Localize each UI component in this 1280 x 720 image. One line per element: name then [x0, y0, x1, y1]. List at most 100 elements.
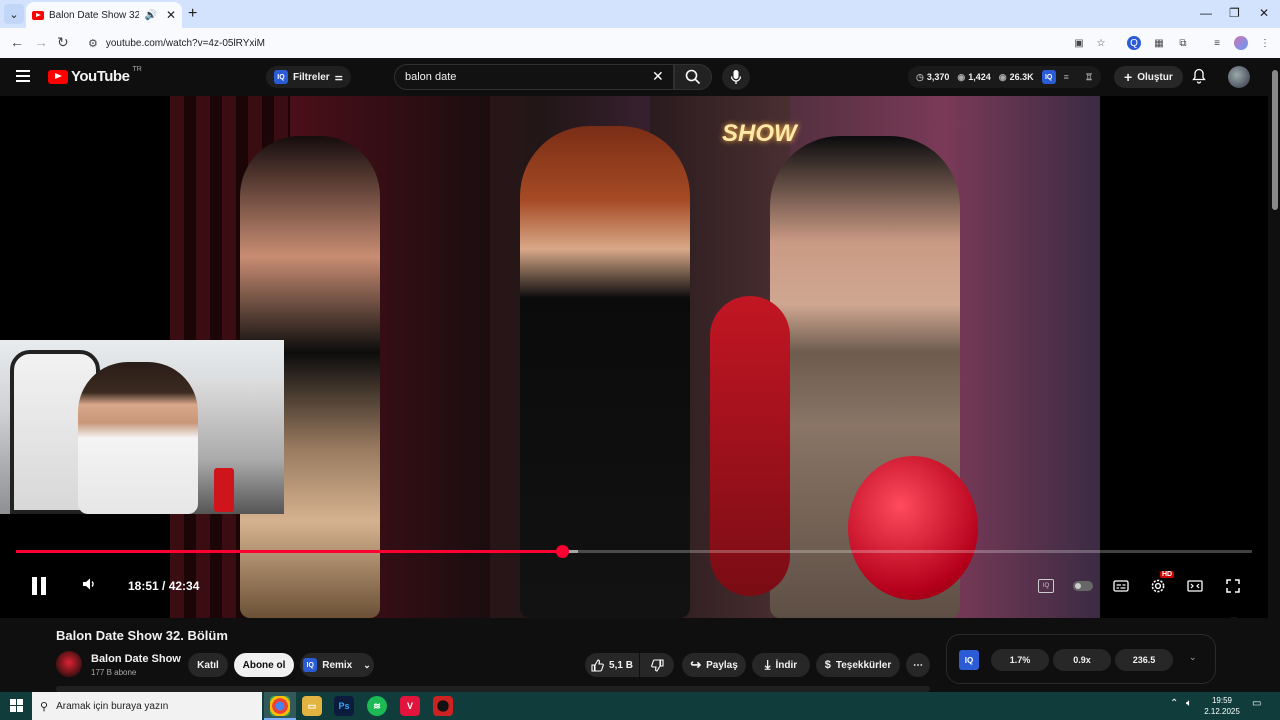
theater-mode-button[interactable] [1184, 575, 1206, 597]
like-count: 5,1 B [609, 659, 633, 671]
filters-button[interactable]: IQ Filtreler ⚌ [266, 66, 351, 88]
speaker-icon[interactable]: 🔈︎ [1186, 698, 1192, 709]
progress-scrubber[interactable] [556, 545, 569, 558]
browser-tab-active[interactable]: Balon Date Show 32. Bölüm 🔊 ✕ [26, 2, 182, 28]
search-query: balon date [405, 71, 457, 83]
iq-player-button[interactable]: IQ [1035, 575, 1057, 597]
like-button[interactable]: 5,1 B [585, 653, 639, 677]
file-explorer-icon[interactable]: ▭ [302, 696, 322, 716]
join-button[interactable]: Katıl [188, 653, 228, 677]
subtitles-button[interactable] [1110, 575, 1132, 597]
restore-icon[interactable]: ❐ [1229, 6, 1240, 20]
reload-icon[interactable]: ↻ [57, 34, 69, 51]
tab-title: Balon Date Show 32. Bölüm [49, 9, 140, 21]
share-label: Paylaş [706, 659, 738, 671]
search-icon [685, 69, 701, 85]
time-display: 18:51 / 42:34 [128, 579, 200, 593]
video-title: Balon Date Show 32. Bölüm [56, 628, 228, 643]
more-actions-icon[interactable]: ⋯ [906, 653, 930, 677]
stat-value: 1,424 [968, 72, 991, 82]
tab-close-icon[interactable]: ✕ [166, 8, 176, 22]
create-button[interactable]: + Oluştur [1114, 66, 1183, 88]
new-tab-icon[interactable]: + [188, 5, 197, 23]
notification-center-icon[interactable]: ▭ [1252, 698, 1261, 709]
search-icon: ⚲ [40, 700, 49, 713]
clock-time: 19:59 [1211, 696, 1233, 705]
extension-iq-icon[interactable]: Q [1127, 36, 1141, 50]
volume-icon[interactable] [82, 577, 98, 595]
microphone-icon [730, 70, 742, 84]
minimize-icon[interactable]: — [1200, 6, 1212, 20]
photoshop-app-icon[interactable]: Ps [334, 696, 354, 716]
fullscreen-icon [1226, 579, 1240, 593]
iq-icon: IQ [274, 70, 288, 84]
chevron-down-icon[interactable]: ⌄ [1189, 652, 1197, 663]
progress-played [16, 550, 562, 553]
site-info-icon[interactable]: ⚙ [88, 37, 98, 50]
thanks-label: Teşekkürler [835, 659, 892, 671]
window-close-icon[interactable]: ✕ [1259, 6, 1269, 20]
taskbar-search-box[interactable]: ⚲ Aramak için buraya yazın [32, 692, 262, 720]
subscribe-button[interactable]: Abone ol [234, 653, 294, 677]
notifications-bell-icon[interactable] [1192, 68, 1206, 87]
cast-icon[interactable]: ▣ [1072, 36, 1086, 50]
fullscreen-button[interactable] [1222, 575, 1244, 597]
dislike-button[interactable] [640, 653, 674, 677]
autoplay-toggle[interactable] [1072, 575, 1094, 597]
pause-icon[interactable] [32, 577, 48, 595]
media-control-icon[interactable]: ≡ [1210, 36, 1224, 50]
browser-tab-strip: ⌄ Balon Date Show 32. Bölüm 🔊 ✕ + — ❐ ✕ [0, 0, 1280, 28]
spotify-app-icon[interactable]: ≋ [367, 696, 387, 716]
channel-name[interactable]: Balon Date Show [91, 653, 181, 665]
thanks-button[interactable]: $ Teşekkürler [816, 653, 900, 677]
profile-avatar[interactable] [1234, 36, 1248, 50]
list-icon[interactable]: ≡ [1064, 72, 1069, 82]
trophy-icon[interactable]: ♖ [1085, 72, 1093, 83]
extensions-icon[interactable]: ⧉ [1176, 36, 1190, 50]
youtube-logo[interactable]: YouTube TR [48, 66, 142, 85]
page-scrollbar[interactable] [1270, 58, 1280, 692]
channel-avatar[interactable] [56, 651, 82, 677]
valorant-app-icon[interactable]: V [400, 696, 420, 716]
theater-icon [1187, 580, 1203, 592]
download-button[interactable]: ⤓ İndir [752, 653, 810, 677]
account-avatar[interactable] [1228, 66, 1250, 88]
progress-bar[interactable] [16, 545, 1252, 558]
remix-button[interactable]: IQ Remix ⌄ [300, 653, 374, 677]
chrome-app-icon[interactable] [270, 696, 290, 716]
bookmark-star-icon[interactable]: ☆ [1094, 36, 1108, 50]
search-button[interactable] [674, 64, 712, 90]
download-icon: ⤓ [764, 657, 771, 672]
sliders-icon: ⚌ [334, 71, 343, 82]
eye-icon: ◉ [998, 71, 1007, 82]
extension-counter-icon[interactable]: ▦ [1152, 36, 1166, 50]
video-player[interactable]: SHOW ▣ [0, 96, 1268, 618]
taskbar-clock[interactable]: 19:59 2.12.2025 [1200, 695, 1244, 717]
back-icon[interactable]: ← [10, 34, 24, 50]
iq-extension-panel: IQ 1.7% 0.9x 236.5 ⌄ [946, 634, 1216, 684]
create-label: Oluştur [1137, 71, 1173, 83]
search-input[interactable]: balon date [394, 64, 674, 90]
iq-icon[interactable]: IQ [959, 650, 979, 670]
audio-playing-icon[interactable]: 🔊 [144, 10, 156, 21]
tab-search-icon[interactable]: ⌄ [4, 4, 24, 24]
voice-search-button[interactable] [722, 64, 750, 90]
hamburger-menu-icon[interactable] [16, 70, 30, 82]
address-bar[interactable]: ⚙ youtube.com/watch?v=4z-05lRYxiM [80, 31, 1120, 55]
tray-chevron-up-icon[interactable]: ⌃ [1170, 698, 1178, 709]
settings-button[interactable] [1147, 575, 1169, 597]
iq-icon[interactable]: IQ [1041, 70, 1056, 84]
scrollbar-thumb[interactable] [1272, 70, 1278, 210]
clear-search-icon[interactable]: ✕ [652, 68, 664, 85]
browser-menu-icon[interactable]: ⋮ [1258, 36, 1272, 50]
app-icon[interactable] [433, 696, 453, 716]
share-button[interactable]: ↪ Paylaş [682, 653, 746, 677]
toggle-icon [1073, 581, 1093, 591]
youtube-favicon-icon [32, 10, 44, 20]
subtitles-icon [1113, 580, 1129, 592]
forward-icon[interactable]: → [34, 34, 48, 50]
windows-start-icon[interactable] [10, 699, 23, 712]
download-label: İndir [775, 659, 798, 671]
clock-date: 2.12.2025 [1204, 707, 1240, 716]
gear-icon [1151, 579, 1165, 593]
